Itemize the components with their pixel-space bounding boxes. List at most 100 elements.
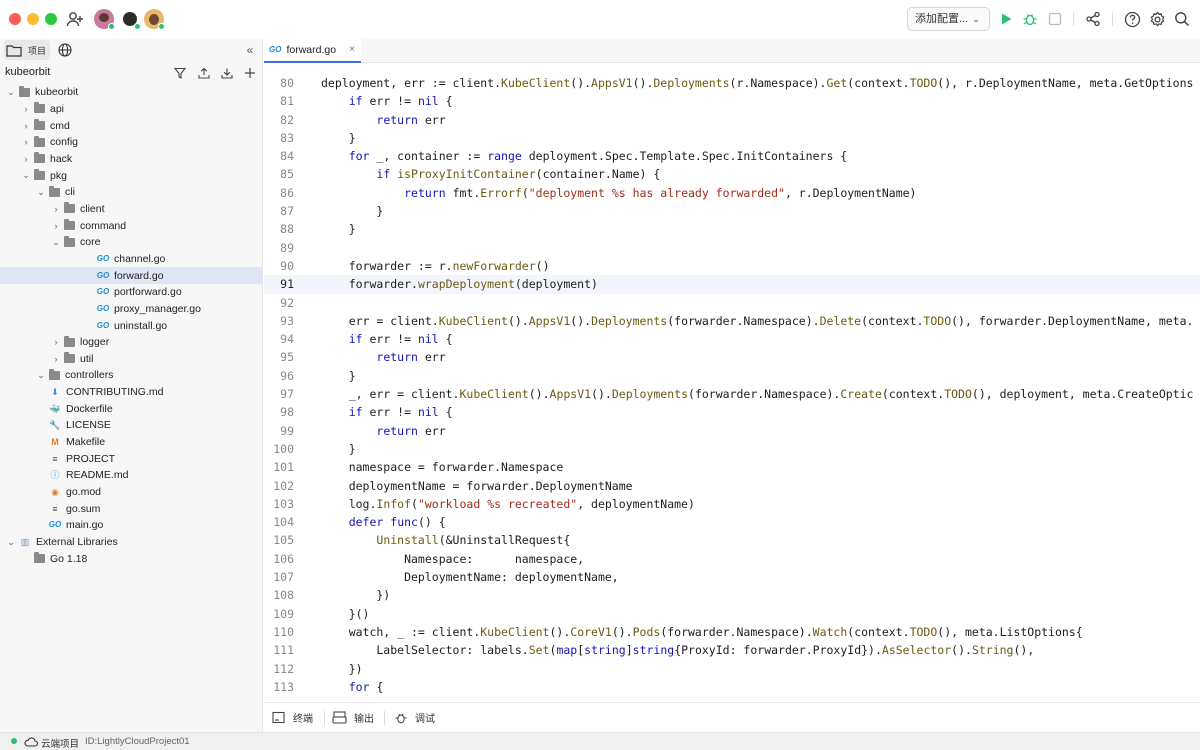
code-line[interactable]: 86 return fmt.Errorf("deployment %s has …: [264, 184, 1200, 202]
tree-item[interactable]: › client: [0, 201, 263, 218]
tree-item[interactable]: 🔧 LICENSE: [0, 417, 263, 434]
code-line[interactable]: 81 if err != nil {: [264, 92, 1200, 110]
chevron-right-icon[interactable]: ›: [51, 204, 61, 214]
terminal-button[interactable]: 终端: [272, 710, 313, 725]
code-line[interactable]: 94 if err != nil {: [264, 330, 1200, 348]
tree-item[interactable]: 🐳 Dockerfile: [0, 400, 263, 417]
add-file-icon[interactable]: [242, 65, 258, 81]
code-line[interactable]: 80 deployment, err := client.KubeClient()…: [264, 74, 1200, 92]
tree-item[interactable]: GO channel.go: [0, 251, 263, 268]
code-line[interactable]: 104 defer func() {: [264, 513, 1200, 531]
code-line[interactable]: 84 for _, container := range deployment.…: [264, 147, 1200, 165]
cloud-project-label[interactable]: 云端项目: [41, 736, 79, 750]
code-line[interactable]: 82 return err: [264, 111, 1200, 129]
add-user-icon[interactable]: [64, 8, 86, 30]
tree-item[interactable]: ⌄ ▥ External Libraries: [0, 534, 263, 551]
collaborator-avatar-3[interactable]: [144, 9, 165, 30]
code-line[interactable]: 83 }: [264, 129, 1200, 147]
output-button[interactable]: 输出: [332, 710, 374, 725]
run-config-dropdown[interactable]: 添加配置... ⌄: [907, 7, 990, 31]
code-line[interactable]: 89: [264, 239, 1200, 257]
code-line[interactable]: 97 _, err = client.KubeClient().AppsV1()…: [264, 385, 1200, 403]
maximize-window-button[interactable]: [45, 13, 57, 25]
chevron-down-icon[interactable]: ⌄: [6, 87, 16, 98]
code-line[interactable]: 103 log.Infof("workload %s recreated", d…: [264, 495, 1200, 513]
chevron-down-icon[interactable]: ⌄: [51, 237, 61, 248]
tree-item[interactable]: › logger: [0, 334, 263, 351]
tree-item[interactable]: ⌄ kubeorbit: [0, 84, 263, 101]
code-line[interactable]: 106 Namespace: namespace,: [264, 550, 1200, 568]
tab-web[interactable]: [56, 40, 74, 60]
chevron-down-icon[interactable]: ⌄: [6, 537, 16, 548]
tree-item[interactable]: ⓘ README.md: [0, 467, 263, 484]
tree-item[interactable]: › hack: [0, 151, 263, 168]
chevron-down-icon[interactable]: ⌄: [36, 187, 46, 198]
code-line[interactable]: 113 for {: [264, 678, 1200, 696]
tree-item[interactable]: › api: [0, 101, 263, 118]
code-line[interactable]: 111 LabelSelector: labels.Set(map[string…: [264, 641, 1200, 659]
code-line[interactable]: 90 forwarder := r.newForwarder(): [264, 257, 1200, 275]
tree-item[interactable]: ⌄ core: [0, 234, 263, 251]
collaborator-avatar-2[interactable]: [120, 9, 141, 30]
share-icon[interactable]: [1082, 8, 1104, 30]
chevron-down-icon[interactable]: ⌄: [21, 170, 31, 181]
tab-project[interactable]: 项目: [4, 40, 50, 60]
tab-forward-go[interactable]: GO forward.go ×: [264, 38, 361, 63]
code-line[interactable]: 110 watch, _ := client.KubeClient().Core…: [264, 623, 1200, 641]
tree-item[interactable]: GO main.go: [0, 517, 263, 534]
code-line[interactable]: 102 deploymentName = forwarder.Deploymen…: [264, 477, 1200, 495]
code-line[interactable]: 91 forwarder.wrapDeployment(deployment): [264, 275, 1200, 294]
chevron-right-icon[interactable]: ›: [51, 354, 61, 364]
code-line[interactable]: 100 }: [264, 440, 1200, 458]
close-tab-icon[interactable]: ×: [349, 44, 355, 55]
code-line[interactable]: 85 if isProxyInitContainer(container.Nam…: [264, 165, 1200, 183]
close-window-button[interactable]: [9, 13, 21, 25]
code-line[interactable]: 99 return err: [264, 422, 1200, 440]
collapse-sidebar-icon[interactable]: «: [243, 40, 257, 60]
tree-item[interactable]: › config: [0, 134, 263, 151]
code-line[interactable]: 98 if err != nil {: [264, 403, 1200, 421]
tree-item[interactable]: ≡ PROJECT: [0, 450, 263, 467]
filter-icon[interactable]: [172, 65, 188, 81]
code-line[interactable]: 107 DeploymentName: deploymentName,: [264, 568, 1200, 586]
tree-item[interactable]: ◉ go.mod: [0, 484, 263, 501]
chevron-right-icon[interactable]: ›: [21, 104, 31, 114]
tree-item[interactable]: GO proxy_manager.go: [0, 301, 263, 318]
tree-item[interactable]: › util: [0, 351, 263, 368]
collaborator-avatar-1[interactable]: [94, 9, 115, 30]
chevron-right-icon[interactable]: ›: [51, 337, 61, 347]
code-line[interactable]: 93 err = client.KubeClient().AppsV1().De…: [264, 312, 1200, 330]
code-line[interactable]: 101 namespace = forwarder.Namespace: [264, 458, 1200, 476]
tree-item[interactable]: M Makefile: [0, 434, 263, 451]
code-line[interactable]: 105 Uninstall(&UninstallRequest{: [264, 531, 1200, 549]
tree-item[interactable]: ⌄ cli: [0, 184, 263, 201]
code-line[interactable]: 95 return err: [264, 348, 1200, 366]
tree-item[interactable]: Go 1.18: [0, 550, 263, 567]
chevron-right-icon[interactable]: ›: [21, 154, 31, 164]
tree-item[interactable]: GO uninstall.go: [0, 317, 263, 334]
tree-item[interactable]: ⌄ pkg: [0, 167, 263, 184]
code-line[interactable]: 108 }): [264, 586, 1200, 604]
debug-icon[interactable]: [1019, 8, 1041, 30]
tree-item[interactable]: › command: [0, 217, 263, 234]
tree-item[interactable]: ≡ go.sum: [0, 500, 263, 517]
tree-item[interactable]: GO forward.go: [0, 267, 263, 284]
chevron-down-icon[interactable]: ⌄: [36, 370, 46, 381]
tree-item[interactable]: ⌄ controllers: [0, 367, 263, 384]
code-line[interactable]: 87 }: [264, 202, 1200, 220]
chevron-right-icon[interactable]: ›: [21, 121, 31, 131]
code-line[interactable]: 88 }: [264, 220, 1200, 238]
minimize-window-button[interactable]: [27, 13, 39, 25]
chevron-right-icon[interactable]: ›: [21, 137, 31, 147]
code-line[interactable]: 92: [264, 294, 1200, 312]
upload-icon[interactable]: [196, 65, 212, 81]
code-line[interactable]: 109 }(): [264, 605, 1200, 623]
debug-panel-button[interactable]: 调试: [394, 710, 435, 725]
tree-item[interactable]: ⬇ CONTRIBUTING.md: [0, 384, 263, 401]
download-icon[interactable]: [219, 65, 235, 81]
tree-item[interactable]: GO portforward.go: [0, 284, 263, 301]
tree-item[interactable]: › cmd: [0, 117, 263, 134]
stop-icon[interactable]: [1044, 8, 1066, 30]
code-area[interactable]: 80 deployment, err := client.KubeClient()…: [264, 74, 1200, 702]
code-line[interactable]: 96 }: [264, 367, 1200, 385]
